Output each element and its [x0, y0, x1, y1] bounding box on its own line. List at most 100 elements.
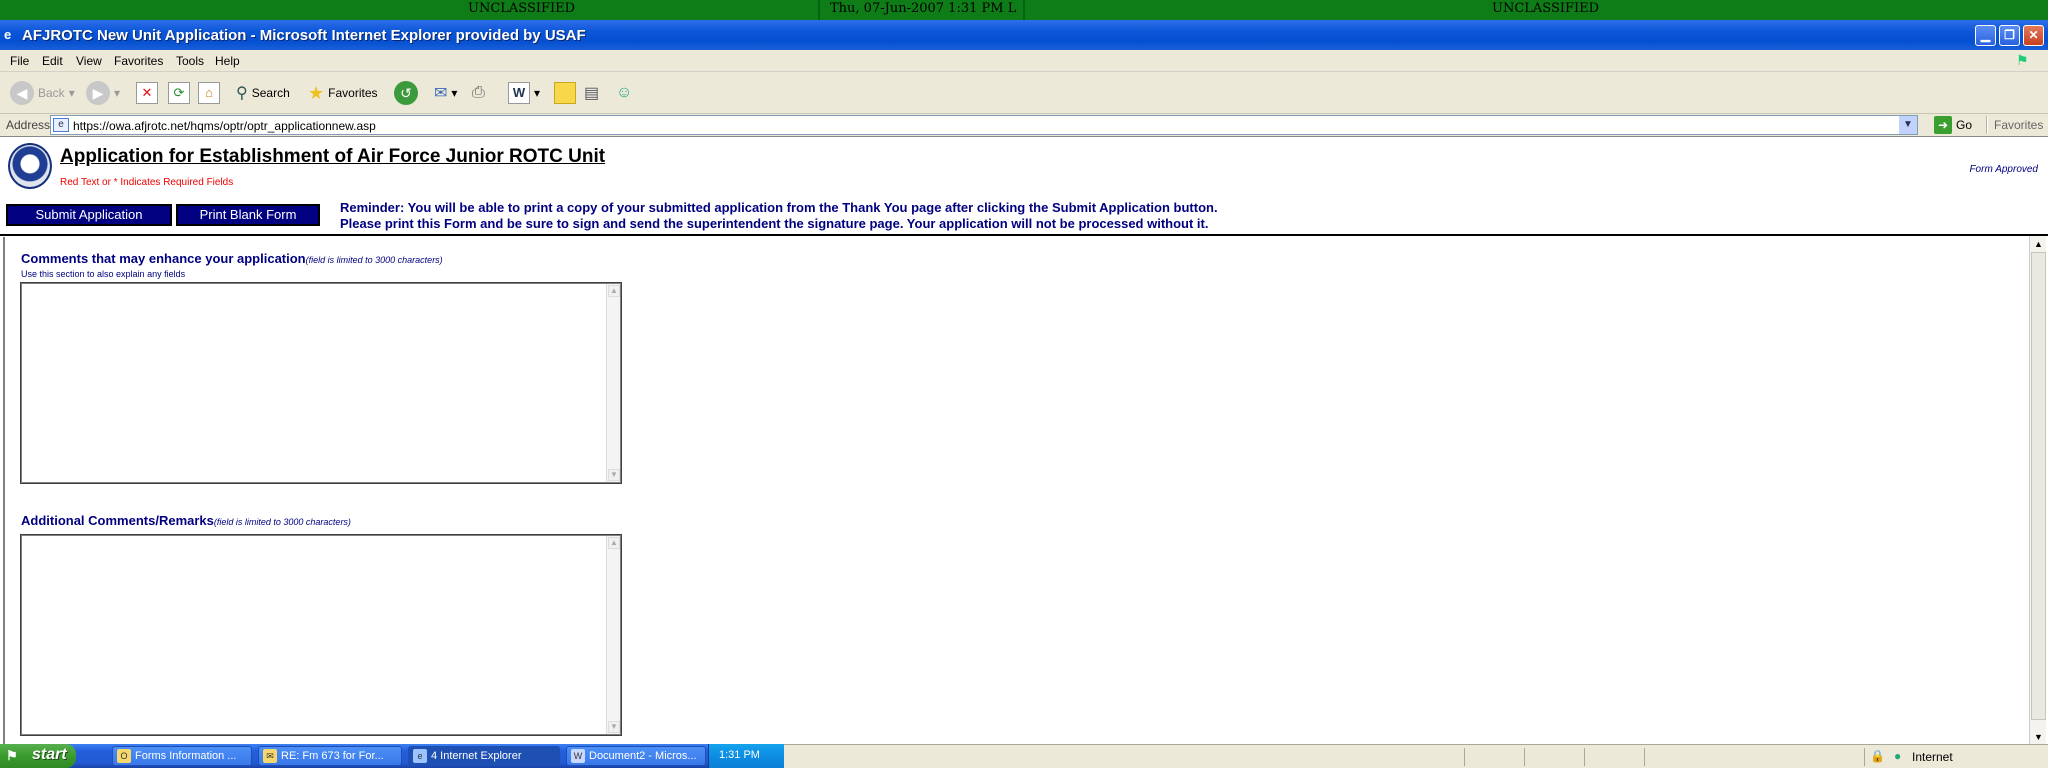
additional-label-text: Additional Comments/Remarks [21, 513, 214, 528]
afjrotc-seal-logo [8, 143, 52, 189]
stop-button[interactable]: ✕ [136, 81, 158, 105]
status-bar: 🔒 ● Internet [784, 744, 2048, 768]
chevron-down-icon[interactable]: ▾ [451, 86, 457, 100]
taskbar-item[interactable]: W Document2 - Micros... [566, 746, 706, 766]
scroll-up-icon[interactable]: ▲ [2032, 237, 2045, 251]
word-icon: W [571, 749, 585, 763]
start-button[interactable]: ⚑ start [0, 744, 76, 768]
print-blank-form-button[interactable]: Print Blank Form [176, 204, 320, 226]
status-cell [1864, 748, 1865, 766]
mail-icon: ✉ [434, 85, 448, 102]
note-icon [554, 82, 576, 104]
go-button[interactable]: ➜ Go [1934, 116, 1972, 134]
chevron-down-icon[interactable]: ▼ [1899, 116, 1917, 134]
taskbar-clock[interactable]: 1:31 PM [719, 749, 760, 761]
print-button[interactable]: ⎙ [472, 81, 485, 105]
form-scroll-area: Comments that may enhance your applicati… [3, 237, 2045, 745]
home-button[interactable]: ⌂ [198, 81, 220, 105]
taskbar: ⚑ start O Forms Information ... ✉ RE: Fm… [0, 744, 784, 768]
address-input[interactable]: e https://owa.afjrotc.net/hqms/optr/optr… [50, 115, 1918, 135]
scrollbar-thumb[interactable] [2031, 252, 2046, 720]
lock-icon: 🔒 [1870, 749, 1885, 763]
search-label: Search [251, 86, 290, 100]
window-title: AFJROTC New Unit Application - Microsoft… [22, 27, 586, 44]
refresh-button[interactable]: ⟳ [168, 81, 190, 105]
taskbar-item[interactable]: e 4 Internet Explorer [408, 746, 560, 766]
links-favorites[interactable]: Favorites [1994, 118, 2043, 132]
address-url: https://owa.afjrotc.net/hqms/optr/optr_a… [73, 119, 376, 133]
taskbar-item-label: RE: Fm 673 for For... [281, 750, 384, 762]
stop-icon: ✕ [136, 82, 158, 104]
scroll-down-icon[interactable]: ▼ [608, 721, 620, 733]
required-fields-note: Red Text or * Indicates Required Fields [60, 177, 234, 188]
window-title-bar[interactable]: e AFJROTC New Unit Application - Microso… [0, 20, 2048, 50]
forward-button[interactable]: ▶ ▾ [86, 81, 120, 105]
globe-icon: ● [1894, 749, 1902, 763]
divider [1986, 116, 1988, 134]
favorites-button[interactable]: ★ Favorites [308, 81, 378, 105]
taskbar-item-label: Document2 - Micros... [589, 750, 697, 762]
menu-view[interactable]: View [76, 54, 102, 68]
menu-favorites[interactable]: Favorites [114, 54, 163, 68]
start-label: start [32, 746, 67, 763]
back-arrow-icon: ◀ [10, 81, 34, 105]
minimize-button[interactable]: ▁ [1975, 25, 1996, 46]
search-icon: ⚲ [236, 85, 248, 102]
research-button[interactable]: ▤ [584, 81, 599, 105]
favorites-label: Favorites [328, 86, 378, 100]
taskbar-item-label: 4 Internet Explorer [431, 750, 522, 762]
security-zone: Internet [1912, 750, 1953, 764]
chevron-down-icon[interactable]: ▾ [534, 86, 540, 100]
reminder-line-2: Please print this Form and be sure to si… [340, 216, 1209, 231]
additional-comments-textarea[interactable]: ▲ ▼ [20, 534, 622, 736]
menu-help[interactable]: Help [215, 54, 240, 68]
taskbar-item[interactable]: O Forms Information ... [112, 746, 252, 766]
menu-tools[interactable]: Tools [176, 54, 204, 68]
search-button[interactable]: ⚲ Search [236, 81, 290, 105]
status-cell [1584, 748, 1585, 766]
banner-left: UNCLASSIFIED [468, 1, 576, 16]
windows-logo-icon: ⚑ [2016, 52, 2029, 68]
history-icon: ↺ [394, 81, 418, 105]
reminder-line-1: Reminder: You will be able to print a co… [340, 200, 1218, 215]
discuss-button[interactable] [554, 81, 576, 105]
page-scrollbar[interactable]: ▲ ▼ [2029, 236, 2046, 745]
comments-textarea[interactable]: ▲ ▼ [20, 282, 622, 484]
screen: UNCLASSIFIED Thu, 07-Jun-2007 1:31 PM L … [0, 0, 2048, 768]
windows-flag-icon: ⚑ [6, 748, 18, 763]
messenger-icon: ☺ [616, 84, 633, 101]
mail-button[interactable]: ✉ ▾ [434, 81, 457, 105]
scroll-up-icon[interactable]: ▲ [608, 285, 620, 297]
printer-icon: ⎙ [472, 84, 485, 101]
submit-application-button[interactable]: Submit Application [6, 204, 172, 226]
outlook-icon: O [117, 749, 131, 763]
edit-button[interactable]: W ▾ [508, 81, 540, 105]
taskbar-item[interactable]: ✉ RE: Fm 673 for For... [258, 746, 402, 766]
menu-edit[interactable]: Edit [42, 54, 63, 68]
address-bar: Address e https://owa.afjrotc.net/hqms/o… [0, 114, 2048, 136]
menu-file[interactable]: File [10, 54, 29, 68]
chevron-down-icon[interactable]: ▾ [69, 86, 75, 100]
textarea-scrollbar[interactable]: ▲ ▼ [606, 284, 620, 482]
scroll-down-icon[interactable]: ▼ [2032, 730, 2045, 744]
back-button[interactable]: ◀ Back ▾ [10, 81, 75, 105]
classification-banner: UNCLASSIFIED Thu, 07-Jun-2007 1:31 PM L … [0, 0, 2048, 20]
history-button[interactable]: ↺ [394, 81, 418, 105]
chevron-down-icon[interactable]: ▾ [114, 86, 120, 100]
scroll-up-icon[interactable]: ▲ [608, 537, 620, 549]
textarea-scrollbar[interactable]: ▲ ▼ [606, 536, 620, 734]
status-cell [1524, 748, 1525, 766]
go-label: Go [1956, 118, 1973, 132]
maximize-button[interactable]: ❐ [1999, 25, 2020, 46]
toolbar: ◀ Back ▾ ▶ ▾ ✕ ⟳ ⌂ ⚲ Search ★ Favorites … [0, 72, 2048, 114]
close-button[interactable]: ✕ [2023, 25, 2044, 46]
comments-sublabel: Use this section to also explain any fie… [21, 269, 186, 279]
page-title: Application for Establishment of Air For… [60, 146, 606, 167]
additional-comments-label: Additional Comments/Remarks(field is lim… [21, 513, 351, 528]
status-cell [1464, 748, 1465, 766]
scroll-down-icon[interactable]: ▼ [608, 469, 620, 481]
form-approved-note: Form Approved [1969, 164, 2038, 175]
divider [0, 234, 2048, 236]
messenger-button[interactable]: ☺ [616, 81, 632, 105]
mail-icon: ✉ [263, 749, 277, 763]
